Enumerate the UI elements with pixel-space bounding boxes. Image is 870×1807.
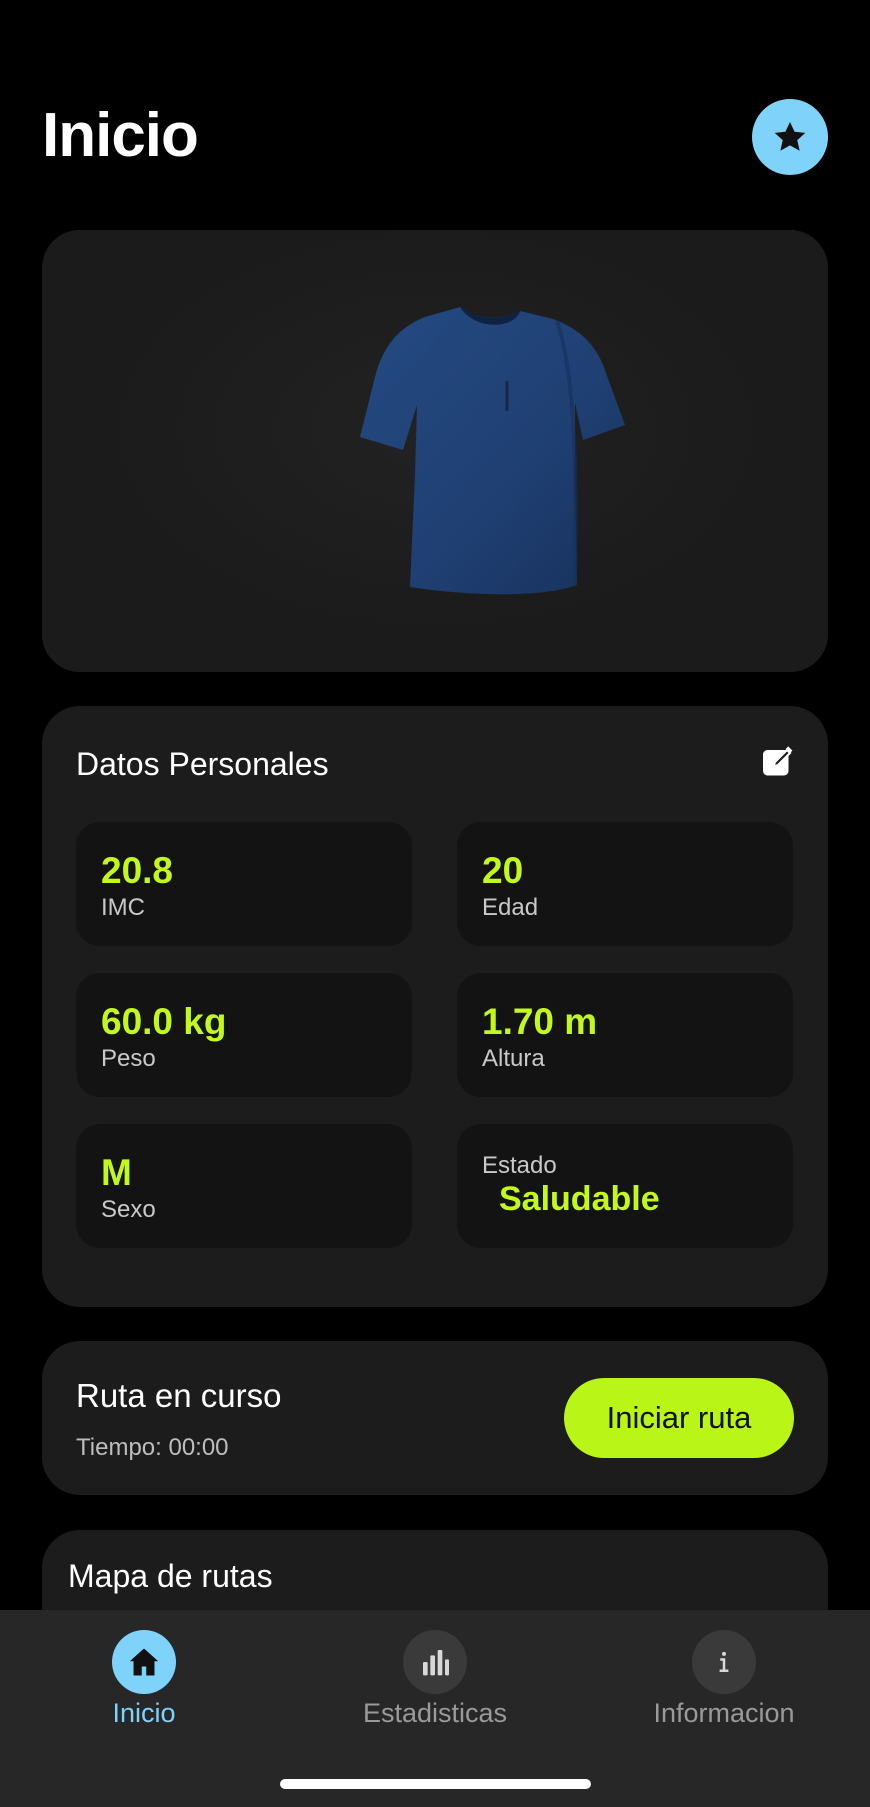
stat-label: IMC (101, 894, 145, 921)
stat-altura: 1.70 m Altura (457, 973, 793, 1097)
map-title: Mapa de rutas (68, 1558, 273, 1594)
hero-card (42, 230, 828, 672)
start-route-button[interactable]: Iniciar ruta (564, 1378, 794, 1458)
tab-inicio[interactable]: Inicio (24, 1630, 264, 1740)
stat-sexo: M Sexo (76, 1124, 412, 1248)
star-icon (774, 121, 806, 151)
stat-label: Edad (482, 894, 539, 921)
bar-chart-icon (423, 1650, 449, 1676)
route-timer: Tiempo: 00:00 (76, 1434, 229, 1461)
stat-label: Estado (482, 1152, 557, 1179)
tab-bar: Inicio Estadisticas Informacion (0, 1610, 870, 1807)
stat-label: Altura (482, 1045, 545, 1072)
stat-value: M (101, 1152, 132, 1193)
info-icon (719, 1651, 729, 1672)
stat-estado: Estado Saludable (457, 1124, 793, 1248)
route-title: Ruta en curso (76, 1377, 282, 1414)
stat-value: 20 (482, 850, 524, 891)
section-title: Datos Personales (76, 746, 329, 782)
home-screen: Inicio Datos Personales 20.8 IMC 20 Edad… (0, 0, 870, 1807)
personal-data-card: Datos Personales 20.8 IMC 20 Edad 60.0 k… (42, 706, 828, 1307)
home-icon (129, 1648, 159, 1676)
stat-imc: 20.8 IMC (76, 822, 412, 946)
stat-edad: 20 Edad (457, 822, 793, 946)
edit-icon (763, 746, 793, 776)
stat-label: Peso (101, 1045, 156, 1072)
stat-value: 60.0 kg (101, 1001, 227, 1042)
stat-value: Saludable (499, 1180, 660, 1218)
favorite-button[interactable] (752, 99, 828, 175)
tab-label: Estadisticas (362, 1698, 508, 1728)
edit-button[interactable] (760, 744, 796, 780)
tab-estadisticas[interactable]: Estadisticas (315, 1630, 555, 1740)
tab-label: Informacion (653, 1698, 795, 1728)
stat-value: 20.8 (101, 850, 174, 891)
home-indicator (280, 1779, 591, 1789)
stat-value: 1.70 m (482, 1001, 598, 1042)
stat-label: Sexo (101, 1196, 156, 1223)
blue-tshirt-image (360, 307, 625, 595)
stat-peso: 60.0 kg Peso (76, 973, 412, 1097)
route-card: Ruta en curso Tiempo: 00:00 Iniciar ruta (42, 1341, 828, 1495)
tab-informacion[interactable]: Informacion (604, 1630, 844, 1740)
page-title: Inicio (42, 101, 199, 170)
tab-label: Inicio (112, 1698, 176, 1728)
